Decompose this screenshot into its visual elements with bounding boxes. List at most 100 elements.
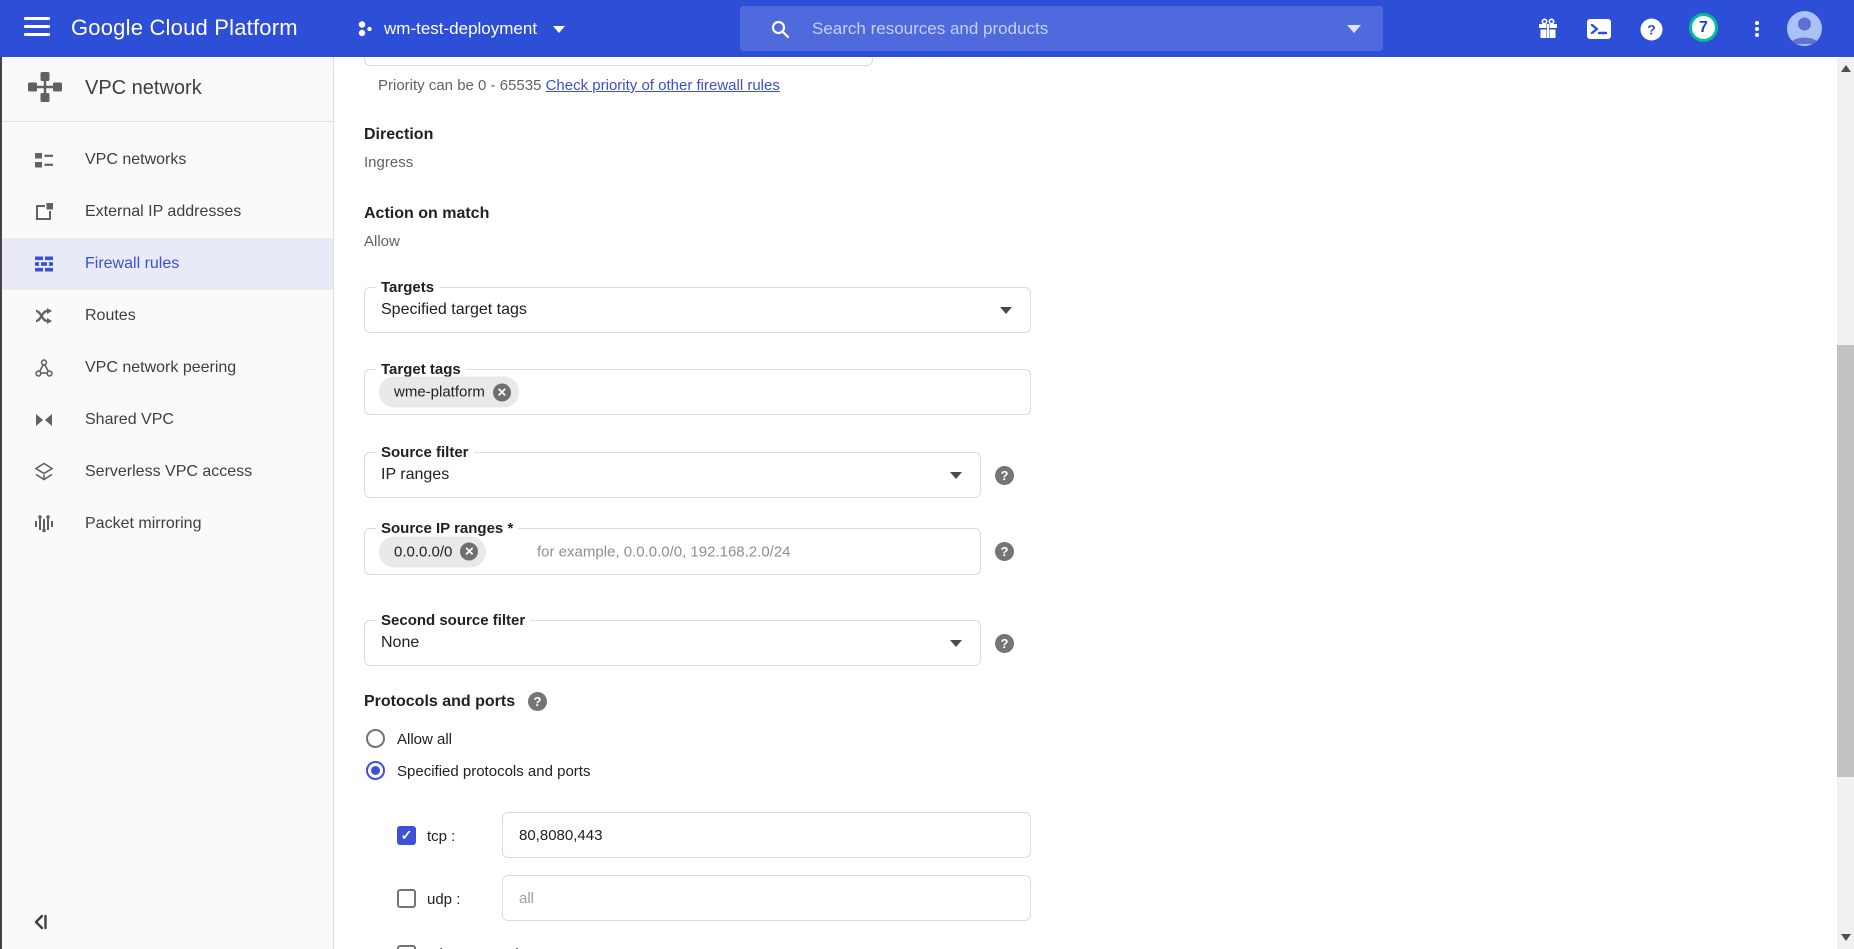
targets-value: Specified target tags: [381, 301, 527, 319]
sidebar-item-shared-vpc[interactable]: Shared VPC: [0, 394, 333, 446]
radio-allow-all-label: Allow all: [397, 731, 452, 748]
source-filter-help-icon[interactable]: ?: [995, 466, 1014, 485]
gift-button[interactable]: [1532, 14, 1564, 44]
sidebar-item-label: VPC network peering: [85, 359, 236, 377]
chevron-down-icon[interactable]: [1000, 307, 1012, 314]
sidebar-item-vpc-network-peering[interactable]: VPC network peering: [0, 342, 333, 394]
source-filter-label: Source filter: [376, 443, 474, 462]
sidebar-item-label: External IP addresses: [85, 203, 241, 221]
sidebar-item-serverless-vpc-access[interactable]: Serverless VPC access: [0, 446, 333, 498]
source-ip-help-icon[interactable]: ?: [995, 542, 1014, 561]
product-title: VPC network: [85, 77, 202, 100]
action-heading: Action on match: [364, 205, 489, 223]
project-selector[interactable]: wm-test-deployment: [356, 14, 565, 44]
app-header: Google Cloud Platform wm-test-deployment: [0, 0, 1854, 57]
chip-text: 0.0.0.0/0: [394, 543, 452, 560]
vpc-networks-icon: [33, 150, 55, 170]
other-protocols-checkbox[interactable]: [397, 945, 416, 949]
serverless-vpc-access-icon: [33, 462, 55, 482]
terminal-icon: [1587, 19, 1611, 39]
target-tags-field[interactable]: Target tags wme-platform ✕: [364, 369, 1031, 415]
project-name: wm-test-deployment: [384, 19, 537, 39]
cloud-shell-button[interactable]: [1583, 14, 1615, 44]
udp-ports-input[interactable]: [502, 875, 1031, 921]
vpc-network-icon: [27, 71, 63, 107]
targets-label: Targets: [376, 278, 439, 297]
app-logo[interactable]: Google Cloud Platform: [71, 15, 298, 41]
second-source-filter-label: Second source filter: [376, 611, 530, 630]
targets-select[interactable]: Targets Specified target tags: [364, 287, 1031, 333]
sidebar-item-routes[interactable]: Routes: [0, 290, 333, 342]
tcp-checkbox[interactable]: ✓: [397, 826, 416, 845]
search-icon: [770, 19, 790, 39]
sidebar: VPC network VPC networks External IP add…: [0, 57, 334, 949]
scroll-up-arrow[interactable]: [1841, 65, 1851, 72]
kebab-icon: [1755, 19, 1759, 39]
sidebar-item-label: Firewall rules: [85, 255, 179, 273]
search-dropdown-icon[interactable]: [1347, 25, 1361, 33]
hamburger-icon: [24, 17, 50, 20]
scrollbar: [1837, 57, 1854, 949]
shared-vpc-icon: [33, 410, 55, 430]
window-edge: [0, 57, 2, 949]
person-icon: [1787, 11, 1822, 46]
sidebar-item-external-ip-addresses[interactable]: External IP addresses: [0, 186, 333, 238]
svg-text:?: ?: [1647, 21, 1656, 37]
chevron-down-icon[interactable]: [950, 640, 962, 647]
chip-remove-button[interactable]: ✕: [493, 383, 511, 401]
protocols-help-icon[interactable]: ?: [528, 692, 547, 711]
direction-value: Ingress: [364, 154, 413, 171]
external-ip-icon: [33, 202, 55, 222]
direction-heading: Direction: [364, 126, 433, 144]
second-source-filter-help-icon[interactable]: ?: [995, 634, 1014, 653]
project-icon: [356, 20, 374, 38]
source-ip-placeholder: for example, 0.0.0.0/0, 192.168.2.0/24: [537, 543, 791, 560]
scrollbar-thumb[interactable]: [1837, 345, 1854, 777]
priority-field[interactable]: [364, 57, 873, 66]
chip-remove-button[interactable]: ✕: [460, 543, 478, 561]
product-header: VPC network: [0, 57, 333, 122]
sidebar-item-label: Serverless VPC access: [85, 463, 252, 481]
scroll-down-arrow[interactable]: [1841, 934, 1851, 941]
sidebar-item-label: VPC networks: [85, 151, 186, 169]
second-source-filter-value: None: [381, 634, 419, 652]
udp-label: udp :: [427, 891, 460, 908]
sidebar-item-label: Routes: [85, 307, 136, 325]
sidebar-item-label: Shared VPC: [85, 411, 174, 429]
second-source-filter-select[interactable]: Second source filter None: [364, 620, 981, 666]
firewall-rules-icon: [33, 254, 55, 274]
udp-checkbox[interactable]: [397, 889, 416, 908]
more-options-button[interactable]: [1741, 14, 1773, 44]
packet-mirroring-icon: [33, 514, 55, 534]
sidebar-item-packet-mirroring[interactable]: Packet mirroring: [0, 498, 333, 550]
vpc-network-peering-icon: [33, 358, 55, 378]
radio-specified-protocols[interactable]: [366, 761, 385, 780]
firewall-rule-form: Priority can be 0 - 65535 Check priority…: [334, 57, 1837, 949]
source-ip-ranges-field[interactable]: Source IP ranges * 0.0.0.0/0 ✕ for examp…: [364, 528, 981, 575]
chevron-down-icon[interactable]: [950, 472, 962, 479]
collapse-panel-icon: [30, 911, 52, 933]
source-filter-select[interactable]: Source filter IP ranges: [364, 452, 981, 498]
avatar[interactable]: [1787, 11, 1822, 46]
search-input[interactable]: [812, 19, 1347, 39]
sidebar-item-vpc-networks[interactable]: VPC networks: [0, 134, 333, 186]
action-value: Allow: [364, 233, 400, 250]
notifications-badge[interactable]: 7: [1689, 13, 1718, 42]
check-priority-link[interactable]: Check priority of other firewall rules: [546, 77, 780, 94]
priority-helper: Priority can be 0 - 65535 Check priority…: [378, 77, 780, 94]
source-ip-chip: 0.0.0.0/0 ✕: [379, 536, 486, 567]
help-button[interactable]: ?: [1635, 14, 1667, 44]
chevron-down-icon: [553, 26, 565, 33]
gcp-console: Google Cloud Platform wm-test-deployment: [0, 0, 1854, 949]
collapse-sidebar-button[interactable]: [30, 911, 54, 935]
priority-helper-text: Priority can be 0 - 65535: [378, 77, 546, 94]
menu-button[interactable]: [24, 17, 50, 39]
routes-icon: [33, 306, 55, 326]
help-icon: ?: [1640, 18, 1663, 41]
radio-allow-all[interactable]: [366, 729, 385, 748]
sidebar-nav: VPC networks External IP addresses Firew…: [0, 134, 333, 550]
sidebar-item-firewall-rules[interactable]: Firewall rules: [0, 238, 333, 290]
gift-icon: [1537, 18, 1559, 40]
search-bar[interactable]: [740, 6, 1383, 51]
tcp-ports-input[interactable]: [502, 812, 1031, 858]
